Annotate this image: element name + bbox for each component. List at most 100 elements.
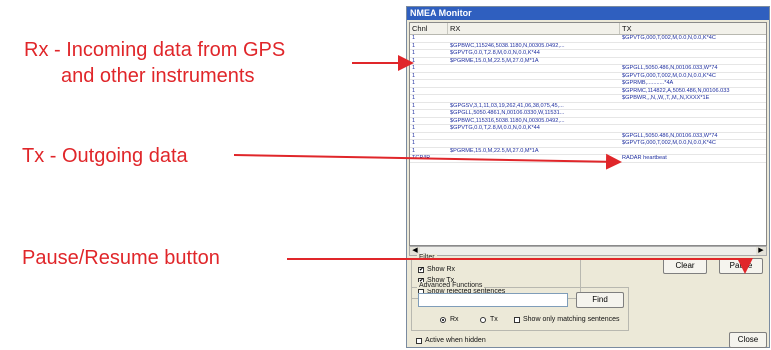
- tx-cell: $GPRMB,...........*4A: [622, 80, 674, 86]
- tx-cell: $GPGLL,5050.486,N,00106.033,W*74: [622, 65, 718, 71]
- table-row[interactable]: TCP/IP RADAR heartbeat: [410, 155, 766, 163]
- table-row[interactable]: 1 $GPVTG,0.0,T,2.8,M,0.0,N,0.0,K*44: [410, 50, 766, 58]
- chnl-cell: 1: [412, 35, 416, 41]
- tx-cell: [622, 148, 766, 155]
- tx-cell: [622, 110, 766, 117]
- tx-cell: $GPRMC,114822,A,5050.486,N,00106.033: [622, 87, 730, 94]
- rx-cell: $GPVTG,0.0,T,2.8,M,0.0,N,0.0,K*44: [450, 50, 540, 56]
- table-row[interactable]: 1 $GPVTG,000,T,002,M,0.0,N,0.0,K*4C: [410, 72, 766, 80]
- chnl-cell: 1: [412, 57, 416, 64]
- rx-cell: $GPVTG,0.0,T,2.8,M,0.0,N,0.0,K*44: [450, 125, 540, 131]
- tx-cell: [622, 103, 766, 110]
- table-row[interactable]: 1 $GPGSV,3,1,11,03,19,262,41,06,38,075,45…: [410, 102, 766, 110]
- active-when-hidden-checkbox[interactable]: [416, 338, 422, 344]
- only-matching-label: Show only matching sentences: [523, 316, 620, 323]
- chnl-cell: 1: [412, 102, 416, 109]
- horizontal-scrollbar[interactable]: ◀ ▶: [409, 246, 767, 256]
- column-header-tx[interactable]: TX: [620, 23, 766, 34]
- tx-cell: $GPVTG,000,T,002,M,0.0,N,0.0,K*4C: [622, 72, 716, 79]
- active-when-hidden-label: Active when hidden: [425, 337, 486, 344]
- table-row[interactable]: 1 $GPVTG,000,T,002,M,0.0,N,0.0,K*4C: [410, 35, 766, 43]
- tx-cell: $GPVTG,000,T,002,M,0.0,N,0.0,K*4C: [622, 35, 716, 41]
- rx-cell: [450, 88, 620, 95]
- rx-cell: [450, 133, 620, 140]
- rx-cell: $GPBWC,115246,5038.1180,N,00305.0492,...: [450, 42, 565, 49]
- rx-cell: [450, 73, 620, 80]
- tx-cell: $GPVTG,000,T,002,M,0.0,N,0.0,K*4C: [622, 140, 716, 146]
- callout-tx: Tx - Outgoing data: [22, 145, 188, 167]
- callout-rx-line1: Rx - Incoming data from GPS: [24, 39, 286, 61]
- table-row[interactable]: 1 $GPBWC,115246,5038.1180,N,00305.0492,..…: [410, 42, 766, 50]
- table-row[interactable]: 1 $GPGLL,5050.486,N,00106.033,W*74: [410, 132, 766, 140]
- only-matching-checkbox[interactable]: [514, 317, 520, 323]
- search-input[interactable]: [418, 293, 568, 307]
- sentence-rows: 1 $GPVTG,000,T,002,M,0.0,N,0.0,K*4C 1 $GPBW…: [410, 35, 766, 163]
- tx-cell: [622, 50, 766, 57]
- table-row[interactable]: 1 $GPGLL,5050.4861,N,00106.0330,W,11531..…: [410, 110, 766, 118]
- chnl-cell: 1: [412, 72, 416, 79]
- column-header-chnl[interactable]: Chnl: [410, 23, 448, 34]
- table-row[interactable]: 1 $GPBWC,115316,5038.1180,N,00305.0492,..…: [410, 117, 766, 125]
- scroll-right-icon[interactable]: ▶: [756, 247, 766, 255]
- window-title: NMEA Monitor: [407, 7, 769, 20]
- table-row[interactable]: 1 $GPVTG,0.0,T,2.8,M,0.0,N,0.0,K*44: [410, 125, 766, 133]
- rx-radio-label: Rx: [450, 316, 459, 323]
- tx-radio[interactable]: [480, 317, 486, 323]
- chnl-cell: 1: [412, 140, 416, 146]
- chnl-cell: 1: [412, 125, 416, 131]
- chnl-cell: 1: [412, 147, 416, 154]
- chnl-cell: 1: [412, 95, 416, 101]
- rx-cell: $GPGSV,3,1,11,03,19,262,41,06,38,075,45,…: [450, 102, 564, 109]
- chnl-cell: 1: [412, 117, 416, 124]
- callout-pause: Pause/Resume button: [22, 247, 220, 269]
- chnl-cell: 1: [412, 50, 416, 56]
- sentence-list[interactable]: Chnl RX TX 1 $GPVTG,000,T,002,M,0.0,N,0.0…: [409, 22, 767, 246]
- tx-cell: [622, 118, 766, 125]
- table-row[interactable]: 1 $GPRMB,...........*4A: [410, 80, 766, 88]
- rx-cell: [450, 95, 620, 102]
- tx-radio-label: Tx: [490, 316, 498, 323]
- rx-radio[interactable]: [440, 317, 446, 323]
- rx-cell: [450, 65, 620, 72]
- tx-cell: [622, 43, 766, 50]
- rx-cell: $GPBWC,115316,5038.1180,N,00305.0492,...: [450, 117, 565, 124]
- show-rx-label: Show Rx: [427, 266, 456, 273]
- chnl-cell: 1: [412, 80, 416, 86]
- rx-cell: $PGRME,15.0,M,22.5,M,27.0,M*1A: [450, 147, 539, 154]
- table-row[interactable]: 1 $PGRME,15.0,M,22.5,M,27.0,M*1A: [410, 57, 766, 65]
- column-header-rx[interactable]: RX: [448, 23, 620, 34]
- table-row[interactable]: 1 $GPGLL,5050.486,N,00106.033,W*74: [410, 65, 766, 73]
- table-row[interactable]: 1 $GPBWR,,,N,,W,,T,,M,,N,XXXX*1E: [410, 95, 766, 103]
- table-row[interactable]: 1 $GPVTG,000,T,002,M,0.0,N,0.0,K*4C: [410, 140, 766, 148]
- show-rx-checkbox[interactable]: ✔: [418, 267, 424, 273]
- tx-cell: $GPGLL,5050.486,N,00106.033,W*74: [622, 132, 718, 139]
- rx-cell: [450, 35, 620, 42]
- list-header: Chnl RX TX: [410, 23, 766, 35]
- nmea-monitor-window: NMEA Monitor Chnl RX TX 1 $GPVTG,000,T,00…: [406, 6, 770, 348]
- chnl-cell: 1: [412, 87, 416, 94]
- rx-cell: $PGRME,15.0,M,22.5,M,27.0,M*1A: [450, 57, 539, 64]
- chnl-cell: TCP/IP: [412, 155, 431, 161]
- table-row[interactable]: 1 $PGRME,15.0,M,22.5,M,27.0,M*1A: [410, 147, 766, 155]
- advanced-functions-label: Advanced Functions: [417, 282, 485, 289]
- advanced-functions-group: Advanced Functions Find Rx Tx Show only …: [411, 282, 629, 331]
- rx-cell: [450, 155, 620, 162]
- tx-cell: RADAR heartbeat: [622, 155, 667, 161]
- rx-cell: $GPGLL,5050.4861,N,00106.0330,W,11531...: [450, 110, 565, 116]
- tx-cell: [622, 58, 766, 65]
- chnl-cell: 1: [412, 65, 416, 71]
- rx-cell: [450, 80, 620, 87]
- find-button[interactable]: Find: [576, 292, 624, 308]
- callout-rx-line2: and other instruments: [61, 65, 255, 87]
- tx-cell: [622, 125, 766, 132]
- filter-label: Filter: [417, 254, 437, 261]
- chnl-cell: 1: [412, 132, 416, 139]
- chnl-cell: 1: [412, 42, 416, 49]
- table-row[interactable]: 1 $GPRMC,114822,A,5050.486,N,00106.033: [410, 87, 766, 95]
- chnl-cell: 1: [412, 110, 416, 116]
- rx-cell: [450, 140, 620, 147]
- tx-cell: $GPBWR,,,N,,W,,T,,M,,N,XXXX*1E: [622, 95, 710, 101]
- close-button[interactable]: Close: [729, 332, 767, 348]
- clear-button[interactable]: Clear: [663, 258, 707, 274]
- pause-button[interactable]: Pause: [719, 258, 763, 274]
